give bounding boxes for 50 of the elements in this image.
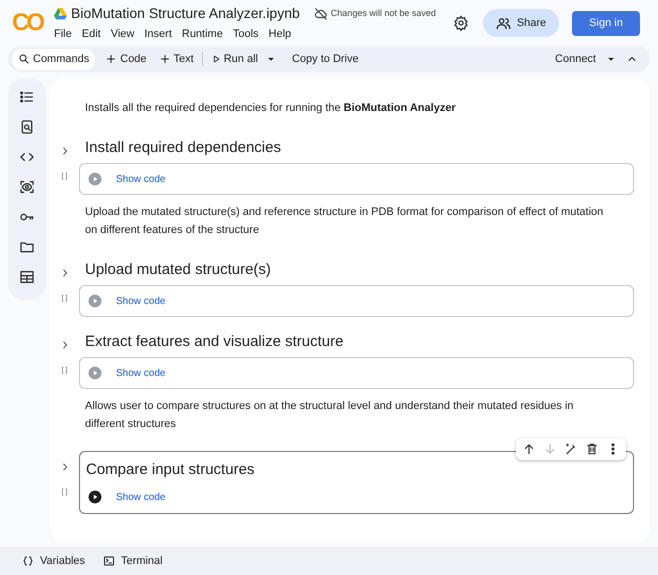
connect-button[interactable]: Connect <box>551 50 600 68</box>
cloud-off-icon <box>314 6 328 21</box>
magic-pencil-icon[interactable] <box>564 442 578 456</box>
menu-item[interactable]: View <box>110 26 134 43</box>
add-button[interactable]: Text <box>154 50 198 68</box>
text-cell-text: Installs all the required dependencies for running the BioMutation Analyzer <box>85 101 457 116</box>
section-heading: Install required dependencies <box>85 138 282 158</box>
menu-item[interactable]: Help <box>268 26 292 43</box>
text-cell-text: Allows user to compare structures on at the structural level and understand their mutated residues in different structures <box>85 399 575 432</box>
variables-button[interactable]: Variables <box>22 552 86 570</box>
run-all-button[interactable]: Run all <box>210 50 262 68</box>
menu-item[interactable]: File <box>54 26 72 43</box>
people-icon <box>496 16 511 30</box>
commands-button[interactable]: Commands <box>12 48 96 70</box>
show-code-link[interactable]: Show code <box>116 366 166 380</box>
menu-item[interactable]: Insert <box>144 26 172 43</box>
plus-icon <box>158 53 171 65</box>
table-icon[interactable] <box>19 269 35 285</box>
share-button[interactable]: Share <box>483 9 559 37</box>
run-cell-icon[interactable] <box>88 366 102 380</box>
run-cell-icon[interactable] <box>88 172 102 186</box>
run-cell-icon[interactable] <box>88 294 102 308</box>
copy-to-drive-button[interactable]: Copy to Drive <box>288 50 363 68</box>
show-code-link[interactable]: Show code <box>116 294 166 308</box>
run-cell-icon[interactable] <box>88 490 102 504</box>
notebook-title[interactable]: BioMutation Structure Analyzer.ipynb <box>71 3 300 24</box>
sign-in-button[interactable]: Sign in <box>572 10 640 36</box>
eye-icon[interactable] <box>19 179 35 195</box>
show-code-link[interactable]: Show code <box>116 490 166 504</box>
drive-icon <box>54 8 67 20</box>
arrow-up-icon[interactable] <box>522 442 536 456</box>
add-button[interactable]: Code <box>101 50 151 68</box>
section-heading: Compare input structures <box>86 460 256 480</box>
save-notice: Changes will not be saved <box>330 7 436 20</box>
plus-icon <box>105 53 118 65</box>
terminal-button[interactable]: Terminal <box>103 552 163 570</box>
show-code-link[interactable]: Show code <box>116 172 166 186</box>
settings-icon[interactable] <box>453 15 469 31</box>
menu-item[interactable]: Tools <box>232 26 259 43</box>
list-icon[interactable] <box>19 89 35 105</box>
terminal-icon <box>103 555 116 567</box>
search-icon <box>18 53 30 65</box>
section-heading: Upload mutated structure(s) <box>85 260 272 280</box>
document-search-icon[interactable] <box>19 119 35 135</box>
menu-item[interactable]: Edit <box>82 26 101 43</box>
section-heading: Extract features and visualize structure <box>85 332 344 352</box>
curly-braces-icon <box>22 555 34 567</box>
text-cell-text: Upload the mutated structure(s) and reference structure in PDB format for comparison of effect of mutation on different features of the structure <box>85 205 604 238</box>
trash-icon[interactable] <box>585 442 599 456</box>
menu-item[interactable]: Runtime <box>182 26 223 43</box>
